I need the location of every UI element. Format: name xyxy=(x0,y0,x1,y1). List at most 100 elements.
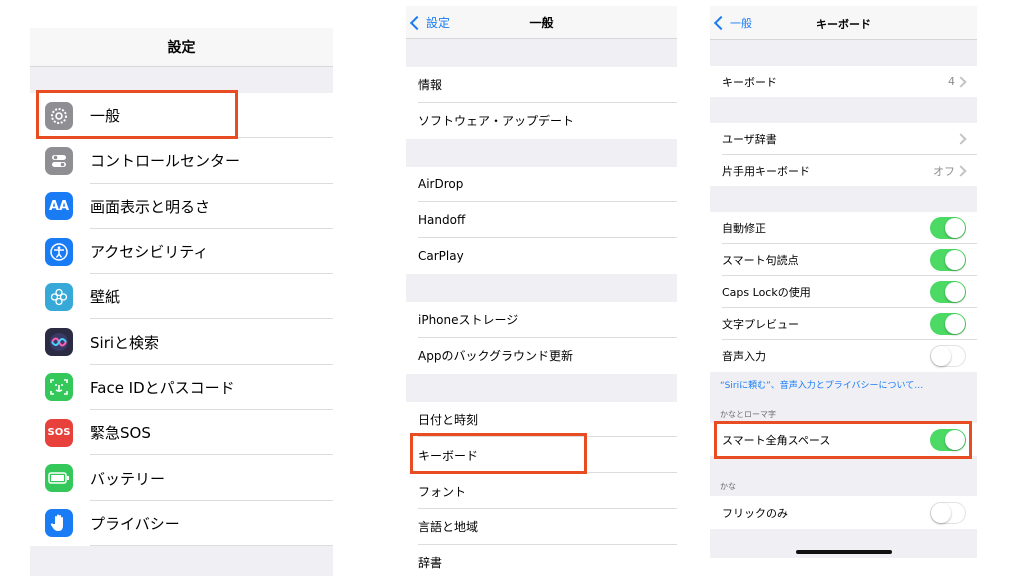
keyboard-setting-toggle[interactable] xyxy=(930,281,966,303)
page-title: 一般 xyxy=(529,16,554,30)
battery-icon xyxy=(45,464,73,493)
toggle-knob xyxy=(945,250,965,270)
general-item[interactable]: 辞書 xyxy=(406,544,677,576)
settings-item-label: 画面表示と明るさ xyxy=(90,197,211,216)
display-icon: AA xyxy=(45,192,73,221)
keyboards-row[interactable]: キーボード 4 xyxy=(710,66,977,97)
settings-item-label: アクセシビリティ xyxy=(90,243,209,262)
keyboards-label: キーボード xyxy=(722,75,777,89)
settings-item[interactable]: コントロールセンター xyxy=(30,138,333,184)
group-spacer xyxy=(710,40,977,66)
highlight-general xyxy=(36,90,238,139)
keyboard-setting-toggle[interactable] xyxy=(930,217,966,239)
privacy-hand-icon xyxy=(45,509,73,538)
kana-romaji-section-header: かなとローマ字 xyxy=(720,410,776,419)
wallpaper-icon xyxy=(45,282,73,311)
user-dictionary-label: ユーザ辞書 xyxy=(722,133,777,146)
group-spacer xyxy=(30,546,333,576)
accessibility-icon xyxy=(45,237,73,266)
flick-only-row: フリックのみ xyxy=(710,496,977,529)
general-item[interactable]: AirDrop xyxy=(406,166,677,203)
toggle-knob xyxy=(931,502,951,523)
settings-item-label: バッテリー xyxy=(90,469,166,488)
keyboard-setting-label: 音声入力 xyxy=(722,350,766,363)
general-item[interactable]: CarPlay xyxy=(406,238,677,274)
general-item[interactable]: 言語と地域 xyxy=(406,509,677,545)
one-handed-keyboard-row[interactable]: 片手用キーボード オフ xyxy=(710,155,977,186)
kana-section-header: かな xyxy=(720,482,736,491)
keyboard-setting-row: 自動修正 xyxy=(710,212,977,244)
settings-item-label: コントロールセンター xyxy=(90,152,241,171)
toggle-knob xyxy=(945,218,965,238)
nav-bar: 設定 xyxy=(30,28,333,67)
keyboard-setting-label: 文字プレビュー xyxy=(722,318,799,331)
settings-item[interactable]: 壁紙 xyxy=(30,274,333,320)
one-handed-keyboard-value: オフ xyxy=(933,164,955,178)
general-item-label: CarPlay xyxy=(418,249,464,264)
general-item[interactable]: Handoff xyxy=(406,202,677,239)
settings-item-label: プライバシー xyxy=(90,514,180,533)
general-item-label: Handoff xyxy=(418,213,466,228)
flick-only-toggle[interactable] xyxy=(930,501,966,524)
keyboard-setting-row: スマート句読点 xyxy=(710,244,977,276)
sos-icon: SOS xyxy=(45,418,73,447)
settings-item-label: 壁紙 xyxy=(90,288,121,307)
general-item-label: ソフトウェア・アップデート xyxy=(418,114,575,129)
general-item-label: 辞書 xyxy=(418,556,443,571)
settings-item[interactable]: プライバシー xyxy=(30,500,333,546)
general-item-label: フォント xyxy=(418,484,467,499)
keyboard-setting-label: 自動修正 xyxy=(722,222,766,235)
nav-bar: 設定 一般 xyxy=(406,6,677,39)
general-item-label: AirDrop xyxy=(418,177,464,192)
keyboard-panel: 一般 キーボード キーボード 4 ユーザ辞書 片手用キーボード オフ 自動修正ス… xyxy=(710,6,977,558)
keyboard-setting-row: 文字プレビュー xyxy=(710,308,977,340)
general-item[interactable]: ソフトウェア・アップデート xyxy=(406,102,677,139)
group-spacer xyxy=(406,373,677,402)
toggle-knob xyxy=(931,346,951,366)
one-handed-keyboard-label: 片手用キーボード xyxy=(722,164,810,178)
chevron-right-icon xyxy=(955,164,967,177)
chevron-right-icon xyxy=(955,75,967,88)
general-item-label: 情報 xyxy=(418,78,443,93)
group-background xyxy=(710,372,977,558)
keyboard-setting-toggle[interactable] xyxy=(930,313,966,335)
toggle-knob xyxy=(945,282,965,302)
user-dictionary-row[interactable]: ユーザ辞書 xyxy=(710,123,977,155)
keyboard-setting-toggle[interactable] xyxy=(930,249,966,271)
general-item-label: Appのバックグラウンド更新 xyxy=(418,349,573,364)
keyboard-setting-label: スマート句読点 xyxy=(722,254,799,267)
settings-item[interactable]: SOS 緊急SOS xyxy=(30,410,333,456)
nav-bar: 一般 キーボード xyxy=(710,6,977,40)
settings-item[interactable]: バッテリー xyxy=(30,455,333,501)
home-indicator[interactable] xyxy=(796,550,892,554)
general-item-label: iPhoneストレージ xyxy=(418,313,519,328)
general-item[interactable]: フォント xyxy=(406,473,677,509)
general-item-label: 言語と地域 xyxy=(418,520,479,535)
keyboard-setting-row: 音声入力 xyxy=(710,340,977,372)
settings-item[interactable]: AA 画面表示と明るさ xyxy=(30,183,333,229)
general-item[interactable]: iPhoneストレージ xyxy=(406,302,677,338)
settings-item[interactable]: アクセシビリティ xyxy=(30,228,333,275)
toggle-knob xyxy=(945,314,965,334)
general-panel: 設定 一般 情報ソフトウェア・アップデート AirDrop Handoff CarPl… xyxy=(406,6,677,576)
group-spacer xyxy=(710,97,977,123)
group-spacer xyxy=(406,138,677,167)
flick-only-label: フリックのみ xyxy=(722,506,788,520)
keyboard-setting-row: Caps Lockの使用 xyxy=(710,276,977,308)
group-spacer xyxy=(406,274,677,302)
general-item[interactable]: 情報 xyxy=(406,67,677,103)
keyboard-setting-label: Caps Lockの使用 xyxy=(722,286,811,299)
chevron-right-icon xyxy=(955,133,967,145)
general-item[interactable]: Appのバックグラウンド更新 xyxy=(406,337,677,374)
page-title: 設定 xyxy=(167,40,196,56)
settings-item-label: Siriと検索 xyxy=(90,333,160,352)
settings-item[interactable]: Face IDとパスコード xyxy=(30,364,333,411)
control-center-icon xyxy=(45,146,73,175)
highlight-smart-space xyxy=(714,421,972,459)
group-spacer xyxy=(710,186,977,212)
settings-item[interactable]: Siriと検索 xyxy=(30,319,333,365)
highlight-keyboard xyxy=(410,433,587,474)
face-id-icon xyxy=(45,373,73,402)
keyboard-setting-toggle[interactable] xyxy=(930,345,966,367)
siri-privacy-link[interactable]: “Siriに頼む”、音声入力とプライバシーについて… xyxy=(720,378,923,391)
